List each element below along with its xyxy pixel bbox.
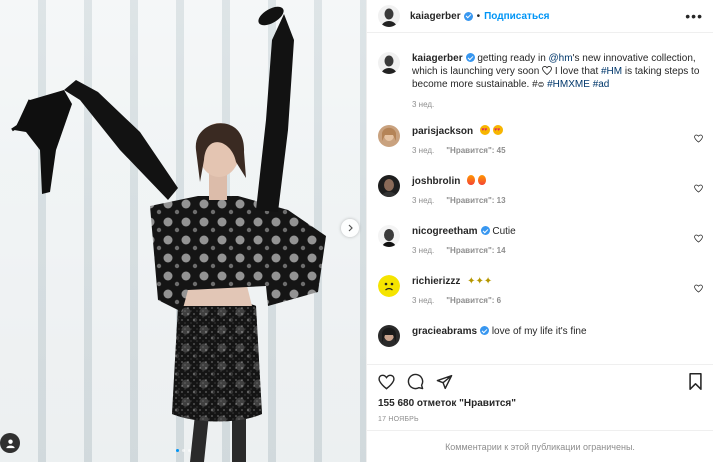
paper-plane-icon[interactable] (436, 374, 453, 390)
comment-username[interactable]: gracieabrams (412, 326, 477, 337)
author-username[interactable]: kaiagerber (410, 11, 461, 22)
comment-likes[interactable]: "Нравится": 6 (446, 296, 501, 305)
separator-bullet: • (476, 10, 481, 22)
comment-item: joshbrolin 3 нед. "Нравится": 13 (378, 175, 703, 205)
commenter-avatar[interactable] (378, 125, 400, 147)
bookmark-icon[interactable] (688, 373, 703, 390)
comment-username[interactable]: joshbrolin (412, 176, 460, 187)
caption-text: getting ready in (474, 53, 549, 64)
comments-restricted-notice: Комментарии к этой публикации ограничены… (367, 430, 713, 462)
fire-emoji (467, 175, 476, 185)
post-sidebar: kaiagerber • Подписаться ••• kaiagerber … (366, 0, 713, 462)
commenter-avatar[interactable] (378, 225, 400, 247)
more-options-button[interactable]: ••• (685, 9, 703, 23)
carousel-dot (188, 449, 191, 452)
comment-text: Cutie (492, 226, 516, 237)
comment-like-heart-icon[interactable] (694, 234, 703, 243)
post-caption: kaiagerber getting ready in @hm's new in… (378, 52, 701, 111)
caption-hashtag[interactable]: #ad (593, 79, 610, 90)
user-tag-icon (5, 438, 15, 448)
likes-count[interactable]: 155 680 отметок "Нравится" (367, 398, 713, 412)
caption-avatar[interactable] (378, 52, 400, 74)
comment-icon[interactable] (407, 373, 424, 390)
sparkle-emoji: ✦ (475, 276, 484, 287)
comment-like-heart-icon[interactable] (694, 284, 703, 293)
comments-list[interactable]: kaiagerber getting ready in @hm's new in… (367, 33, 713, 364)
comment-username[interactable]: parisjackson (412, 126, 473, 137)
heart-eyes-emoji: ♥♥ (479, 125, 490, 135)
commenter-avatar[interactable] (378, 275, 400, 297)
post-date[interactable]: 17 НОЯБРЬ (367, 412, 713, 430)
comment-item: nicogreetham Cutie 3 нед. "Нравится": 14 (378, 225, 703, 255)
author-avatar-image (378, 5, 400, 27)
fire-emoji (477, 175, 486, 185)
heart-icon[interactable] (378, 374, 395, 390)
photo-subject (11, 6, 326, 462)
author-avatar[interactable] (378, 5, 400, 27)
verified-badge-icon (480, 226, 490, 235)
tagged-users-button[interactable] (0, 433, 20, 453)
comment-item: parisjackson ♥♥ ♥♥ 3 нед. "Нравится": 45 (378, 125, 703, 155)
comment-likes[interactable]: "Нравится": 14 (446, 246, 505, 255)
post-photo[interactable] (0, 0, 366, 462)
comment-time[interactable]: 3 нед. (412, 246, 434, 255)
sparkle-emoji: ✦ (483, 276, 493, 287)
chevron-right-icon (348, 224, 353, 232)
follow-button[interactable]: Подписаться (484, 11, 549, 22)
commenter-avatar-image (378, 275, 400, 297)
caption-avatar-image (378, 52, 400, 74)
comment-likes[interactable]: "Нравится": 45 (446, 146, 505, 155)
carousel-next-button[interactable] (341, 219, 359, 237)
caption-hashtag[interactable]: #HM (601, 66, 622, 77)
commenter-avatar[interactable] (378, 325, 400, 347)
comment-time[interactable]: 3 нед. (412, 196, 434, 205)
sparkle-emoji: ✦ (467, 276, 476, 287)
comment-time[interactable]: 3 нед. (412, 146, 434, 155)
verified-badge-icon (465, 53, 475, 62)
comment-likes[interactable]: "Нравится": 13 (446, 196, 505, 205)
commenter-avatar-image (378, 125, 400, 147)
commenter-avatar[interactable] (378, 175, 400, 197)
comment-time[interactable]: 3 нед. (412, 296, 434, 305)
verified-badge-icon (480, 326, 490, 335)
caption-text: I love that (552, 66, 601, 77)
commenter-avatar-image (378, 225, 400, 247)
caption-body: kaiagerber getting ready in @hm's new in… (412, 52, 701, 111)
caption-username[interactable]: kaiagerber (412, 53, 463, 64)
comment-like-heart-icon[interactable] (694, 134, 703, 143)
comment-item: richierizzz ✦✦✦ 3 нед. "Нравится": 6 (378, 275, 703, 305)
action-bar (367, 364, 713, 398)
verified-badge-icon (463, 11, 473, 21)
carousel-dot-active (176, 449, 179, 452)
comment-item: gracieabrams love of my life it's fine (378, 325, 703, 347)
post-header: kaiagerber • Подписаться ••• (367, 0, 713, 33)
carousel-indicator (176, 449, 191, 452)
caption-hashtag[interactable]: #HMXME (547, 79, 590, 90)
heart-eyes-emoji: ♥♥ (492, 125, 503, 135)
carousel-dot (182, 449, 185, 452)
caption-time[interactable]: 3 нед. (412, 98, 701, 111)
comment-username[interactable]: nicogreetham (412, 226, 478, 237)
white-heart-emoji (542, 65, 552, 76)
comment-like-heart-icon[interactable] (694, 184, 703, 193)
commenter-avatar-image (378, 175, 400, 197)
comment-username[interactable]: richierizzz (412, 276, 460, 287)
comment-text: love of my life it's fine (491, 326, 587, 337)
commenter-avatar-image (378, 325, 400, 347)
instagram-post: kaiagerber • Подписаться ••• kaiagerber … (0, 0, 713, 462)
caption-mention[interactable]: @hm (549, 53, 573, 64)
